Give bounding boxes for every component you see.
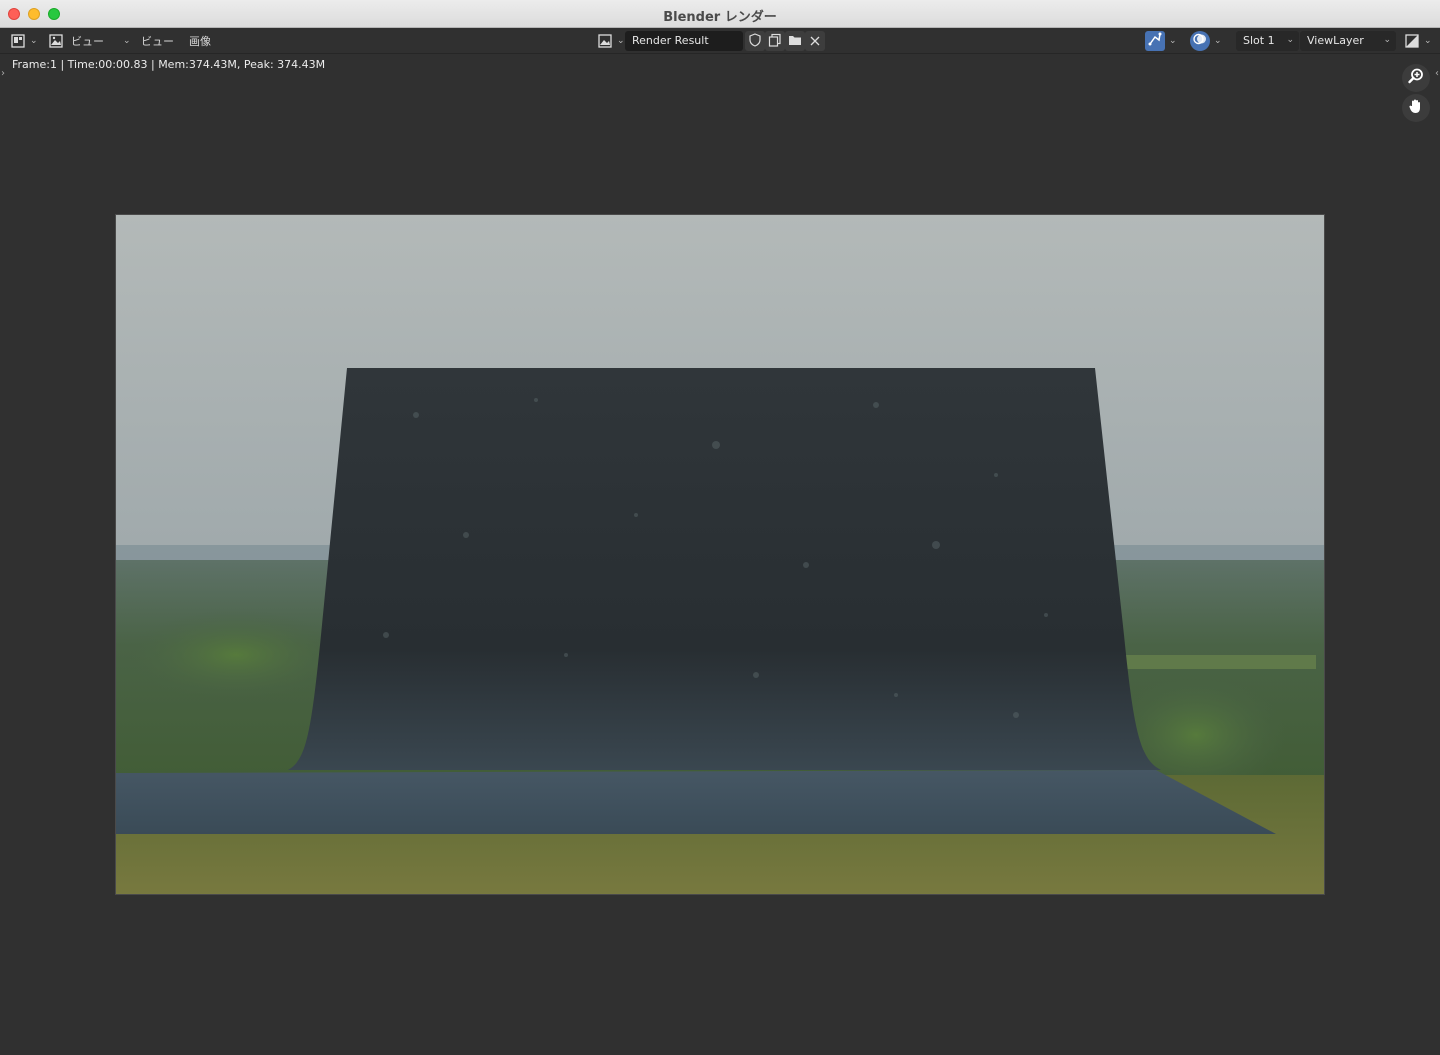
image-browse-button[interactable]: ⌄: [597, 31, 625, 51]
sidebar-expand-arrow-icon[interactable]: ‹: [1435, 68, 1439, 79]
display-channels-icon: [1404, 33, 1420, 49]
duplicate-image-button[interactable]: [765, 31, 785, 51]
hand-icon: [1407, 97, 1425, 119]
slot-label: Slot 1: [1243, 34, 1275, 47]
gizmo-toggle-button[interactable]: [1145, 31, 1165, 51]
zoom-icon: [1407, 67, 1425, 89]
chevron-down-icon: ⌄: [1214, 36, 1222, 46]
unlink-image-button[interactable]: [805, 31, 825, 51]
folder-icon: [788, 32, 802, 51]
display-channels-dropdown[interactable]: ⌄: [1404, 31, 1432, 51]
gizmo-icon: [1147, 31, 1163, 51]
chevron-down-icon: ⌄: [1424, 36, 1432, 46]
menu-view[interactable]: ビュー: [141, 33, 174, 49]
open-image-button[interactable]: [785, 31, 805, 51]
image-browse-icon: [597, 33, 613, 49]
image-mode-icon: [48, 33, 64, 49]
view-layer-dropdown[interactable]: ViewLayer ⌄: [1300, 31, 1396, 51]
render-result-image: [115, 214, 1325, 895]
chevron-down-icon: ⌄: [1383, 35, 1391, 45]
pan-view-button[interactable]: [1402, 94, 1430, 122]
chevron-down-icon: ⌄: [1169, 36, 1177, 46]
overlay-icon: [1192, 31, 1208, 51]
editor-type-button[interactable]: ⌄: [10, 31, 38, 51]
image-editor-icon: [10, 33, 26, 49]
duplicate-icon: [768, 32, 782, 51]
chevron-down-icon: ⌄: [30, 36, 38, 46]
slot-dropdown[interactable]: Slot 1 ⌄: [1236, 31, 1299, 51]
zoom-view-button[interactable]: [1402, 64, 1430, 92]
chevron-down-icon: ⌄: [617, 36, 625, 46]
shield-icon: [748, 32, 762, 51]
fake-user-button[interactable]: [745, 31, 765, 51]
overlay-toggle-button[interactable]: [1190, 31, 1210, 51]
window-title: Blender レンダー: [663, 10, 777, 25]
mode-label: ビュー: [71, 35, 104, 48]
image-name-field[interactable]: Render Result: [625, 31, 743, 51]
chevron-down-icon: ⌄: [123, 36, 131, 46]
menu-image[interactable]: 画像: [189, 33, 211, 49]
chevron-down-icon: ⌄: [1286, 35, 1294, 45]
image-editor-header: ⌄ ビュー ⌄ ビュー 画像 ⌄ Render Result ⌄ ⌄ Slot …: [0, 28, 1440, 54]
close-icon: [809, 32, 821, 51]
window-titlebar: Blender レンダー: [0, 0, 1440, 28]
render-status-text: Frame:1 | Time:00:00.83 | Mem:374.43M, P…: [12, 58, 326, 71]
overlay-options-dropdown[interactable]: ⌄: [1213, 31, 1222, 51]
mode-dropdown[interactable]: ビュー ⌄: [48, 31, 131, 51]
view-layer-label: ViewLayer: [1307, 34, 1364, 47]
toolbar-expand-arrow-icon[interactable]: ›: [1, 68, 5, 79]
gizmo-options-dropdown[interactable]: ⌄: [1168, 31, 1177, 51]
